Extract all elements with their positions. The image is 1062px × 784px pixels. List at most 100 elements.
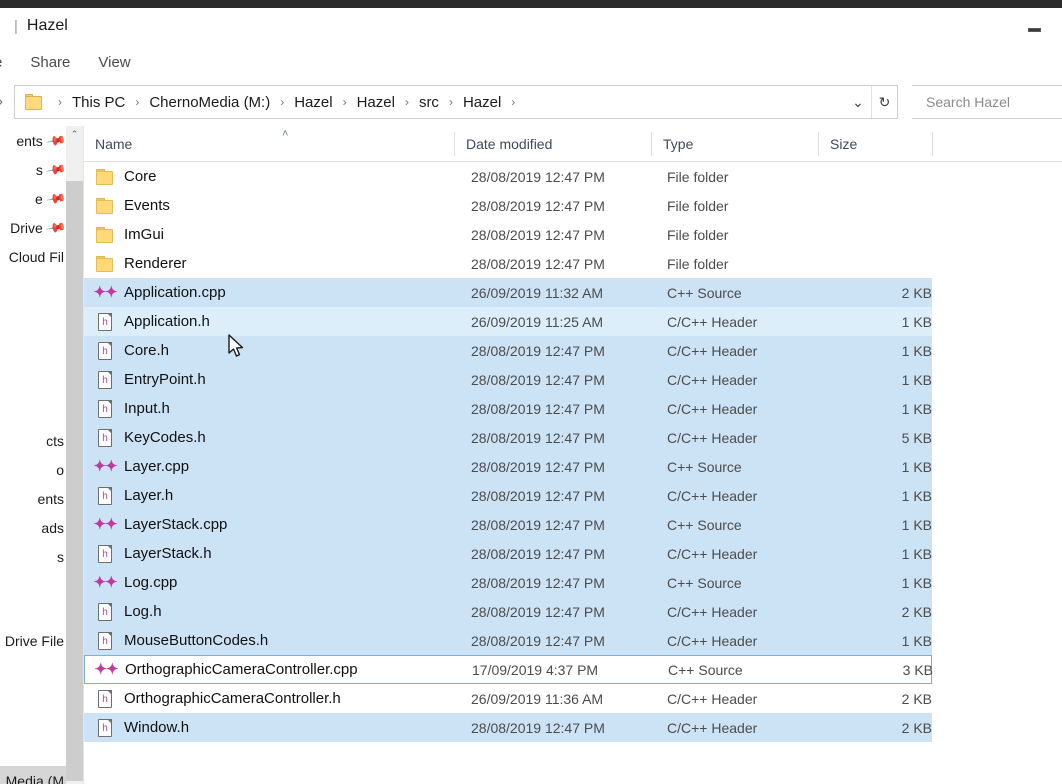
navigation-scrollbar[interactable]: ⌃ xyxy=(66,126,83,784)
cell-type: File folder xyxy=(667,197,729,214)
pin-icon[interactable]: 📌 xyxy=(45,129,66,151)
table-row[interactable]: ImGui 28/08/2019 12:47 PM File folder xyxy=(84,220,932,249)
table-row[interactable]: Core 28/08/2019 12:47 PM File folder xyxy=(84,162,932,191)
tab-view[interactable]: View xyxy=(84,44,144,80)
address-bar[interactable]: › This PC › ChernoMedia (M:) › Hazel › H… xyxy=(14,85,898,119)
header-icon: h xyxy=(95,428,115,447)
breadcrumb-item-hazel-2[interactable]: Hazel xyxy=(355,94,397,111)
pin-icon[interactable]: 📌 xyxy=(45,158,66,180)
breadcrumb[interactable]: › This PC › ChernoMedia (M:) › Hazel › H… xyxy=(15,86,845,118)
minimize-button[interactable] xyxy=(1012,16,1056,44)
nav-item-11[interactable]: Media (M xyxy=(0,766,66,784)
file-name-label: MouseButtonCodes.h xyxy=(124,632,269,649)
file-rows: Core 28/08/2019 12:47 PM File folder Events… xyxy=(84,162,1062,742)
breadcrumb-item-src[interactable]: src xyxy=(417,94,441,111)
header-icon: h xyxy=(95,312,115,331)
table-row[interactable]: ✦✦ Application.cpp 26/09/2019 11:32 AM C++ … xyxy=(84,278,932,307)
cell-size: 1 KB xyxy=(901,516,932,533)
nav-item-8[interactable]: ads xyxy=(0,513,66,542)
cell-date-modified: 28/08/2019 12:47 PM xyxy=(471,487,605,504)
cell-date-modified: 28/08/2019 12:47 PM xyxy=(471,429,605,446)
table-row[interactable]: h Input.h 28/08/2019 12:47 PM C/C++ Header 1… xyxy=(84,394,932,423)
column-header-size[interactable]: Size xyxy=(819,126,932,162)
column-header-size-label: Size xyxy=(830,136,858,152)
scroll-up-icon[interactable]: ⌃ xyxy=(66,126,83,143)
nav-item-5[interactable]: cts xyxy=(0,426,66,455)
folder-icon xyxy=(95,226,115,244)
nav-forward-icon[interactable]: › xyxy=(0,93,3,110)
nav-item-1[interactable]: s 📌 xyxy=(0,155,66,184)
header-icon: h xyxy=(95,544,115,563)
table-row[interactable]: h Application.h 26/09/2019 11:25 AM C/C++ H… xyxy=(84,307,932,336)
nav-item-label: s xyxy=(35,161,43,178)
table-row[interactable]: Events 28/08/2019 12:47 PM File folder xyxy=(84,191,932,220)
ribbon-tab-bar: e Share View xyxy=(0,44,1062,80)
file-name-label: LayerStack.cpp xyxy=(124,516,228,533)
cell-date-modified: 28/08/2019 12:47 PM xyxy=(471,197,605,214)
cell-name: ✦✦ Log.cpp xyxy=(84,574,454,592)
table-row[interactable]: h KeyCodes.h 28/08/2019 12:47 PM C/C++ Head… xyxy=(84,423,932,452)
file-name-label: OrthographicCameraController.h xyxy=(124,690,341,707)
table-row[interactable]: h EntryPoint.h 28/08/2019 12:47 PM C/C++ He… xyxy=(84,365,932,394)
table-row[interactable]: h OrthographicCameraController.h 26/09/201… xyxy=(84,684,932,713)
nav-item-7[interactable]: ents xyxy=(0,484,66,513)
column-header-name[interactable]: Name xyxy=(84,126,454,162)
nav-item-label: e xyxy=(35,190,43,207)
cell-date-modified: 28/08/2019 12:47 PM xyxy=(471,719,605,736)
folder-icon xyxy=(95,255,115,273)
file-name-label: Core xyxy=(124,168,157,185)
table-row[interactable]: ✦✦ Log.cpp 28/08/2019 12:47 PM C++ Source 1 … xyxy=(84,568,932,597)
pin-icon[interactable]: 📌 xyxy=(45,187,66,209)
table-row[interactable]: ✦✦ LayerStack.cpp 28/08/2019 12:47 PM C++ S… xyxy=(84,510,932,539)
nav-item-2[interactable]: e 📌 xyxy=(0,184,66,213)
header-icon: h xyxy=(95,718,115,737)
file-explorer-window: | Hazel e Share View › › This PC › Chern… xyxy=(0,0,1062,784)
cell-date-modified: 28/08/2019 12:47 PM xyxy=(471,255,605,272)
table-row[interactable]: h LayerStack.h 28/08/2019 12:47 PM C/C++ He… xyxy=(84,539,932,568)
tab-home-clipped[interactable]: e xyxy=(0,44,16,80)
folder-icon xyxy=(95,168,115,186)
cell-date-modified: 17/09/2019 4:37 PM xyxy=(472,661,599,678)
nav-item-6[interactable]: o xyxy=(0,455,66,484)
scrollbar-thumb[interactable] xyxy=(66,181,83,781)
cell-date-modified: 28/08/2019 12:47 PM xyxy=(471,371,605,388)
table-row[interactable]: h MouseButtonCodes.h 28/08/2019 12:47 PM C/… xyxy=(84,626,932,655)
column-header-type[interactable]: Type xyxy=(652,126,818,162)
nav-item-4[interactable]: Cloud Fil xyxy=(0,242,66,271)
table-row[interactable]: h Layer.h 28/08/2019 12:47 PM C/C++ Header 1… xyxy=(84,481,932,510)
table-row[interactable]: Renderer 28/08/2019 12:47 PM File folder xyxy=(84,249,932,278)
cell-date-modified: 28/08/2019 12:47 PM xyxy=(471,603,605,620)
nav-item-3[interactable]: Drive 📌 xyxy=(0,213,66,242)
window-title: Hazel xyxy=(26,17,68,34)
table-row[interactable]: h Log.h 28/08/2019 12:47 PM C/C++ Header 2 K… xyxy=(84,597,932,626)
column-header-date-modified[interactable]: Date modified xyxy=(455,126,651,162)
pin-icon[interactable]: 📌 xyxy=(45,216,66,238)
navigation-pane[interactable]: ents 📌 s 📌 e 📌 Drive 📌 Cloud Fil cts o ents ads s Driv… xyxy=(0,126,66,784)
table-row[interactable]: h Window.h 28/08/2019 12:47 PM C/C++ Header… xyxy=(84,713,932,742)
cell-size: 2 KB xyxy=(901,690,932,707)
breadcrumb-item-hazel-3[interactable]: Hazel xyxy=(461,94,503,111)
nav-item-label: Drive xyxy=(10,219,43,236)
breadcrumb-item-this-pc[interactable]: This PC xyxy=(70,94,127,111)
breadcrumb-item-hazel-1[interactable]: Hazel xyxy=(292,94,334,111)
chevron-down-icon[interactable]: ⌄ xyxy=(845,86,871,118)
nav-item-10[interactable]: Drive File xyxy=(0,626,66,655)
cell-name: ✦✦ LayerStack.cpp xyxy=(84,516,454,534)
table-row[interactable]: ✦✦ Layer.cpp 28/08/2019 12:47 PM C++ Source… xyxy=(84,452,932,481)
cpp-source-icon: ✦✦ xyxy=(93,516,117,533)
refresh-icon[interactable]: ↻ xyxy=(871,86,897,118)
nav-item-label: Drive File xyxy=(4,632,64,649)
cpp-source-icon: ✦✦ xyxy=(94,661,118,678)
nav-item-9[interactable]: s xyxy=(0,542,66,571)
table-row[interactable]: h Core.h 28/08/2019 12:47 PM C/C++ Header 1 … xyxy=(84,336,932,365)
table-row[interactable]: ✦✦ OrthographicCameraController.cpp 17/09/… xyxy=(84,655,933,684)
cell-size: 1 KB xyxy=(901,313,932,330)
search-input[interactable]: Search Hazel xyxy=(912,85,1062,119)
tab-share[interactable]: Share xyxy=(16,44,84,80)
breadcrumb-item-chernomedia[interactable]: ChernoMedia (M:) xyxy=(147,94,272,111)
breadcrumb-sep-4: › xyxy=(404,95,409,109)
header-icon: h xyxy=(95,689,115,708)
cell-name: h OrthographicCameraController.h xyxy=(84,689,454,708)
column-divider-4[interactable] xyxy=(932,132,933,156)
nav-item-0[interactable]: ents 📌 xyxy=(0,126,66,155)
